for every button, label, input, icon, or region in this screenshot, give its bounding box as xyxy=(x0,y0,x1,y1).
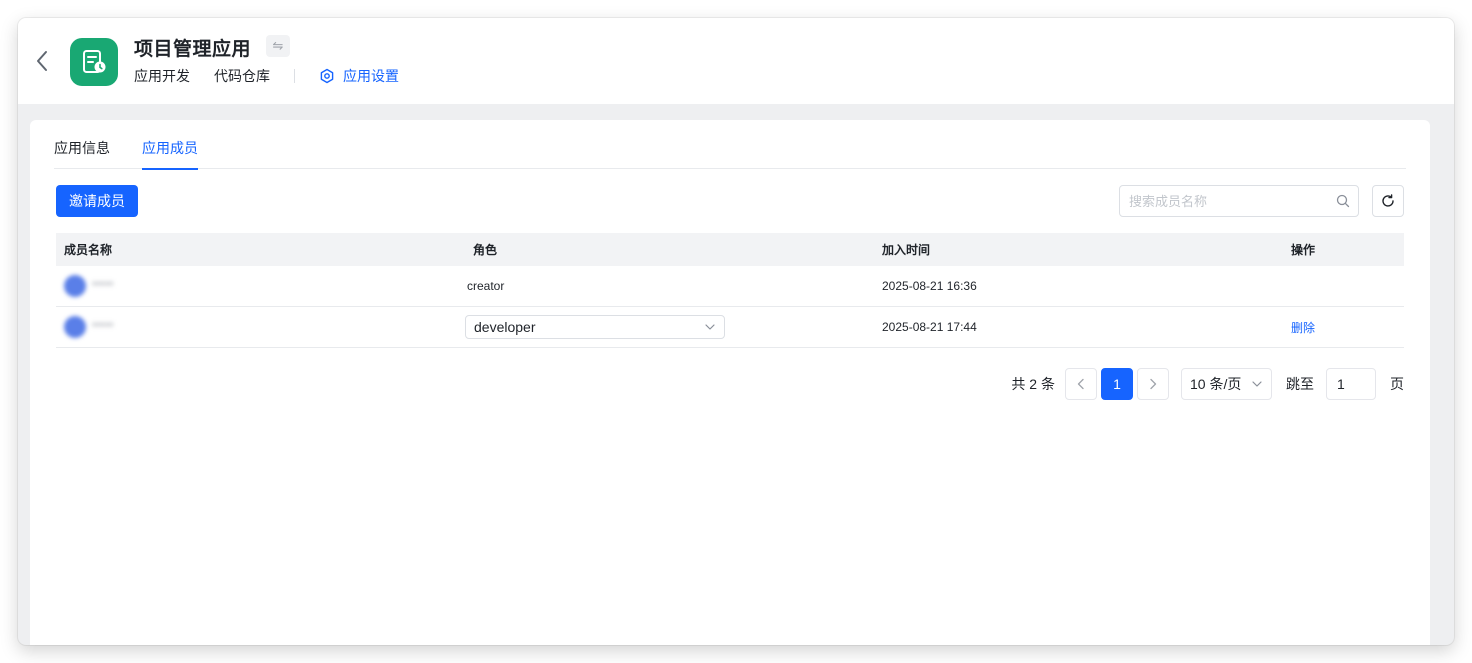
jump-label: 跳至 xyxy=(1286,376,1314,392)
column-header-name: 成员名称 xyxy=(64,243,113,257)
page-size-value: 10 条/页 xyxy=(1190,376,1242,392)
app-window: 项目管理应用 ⇋ 应用开发 代码仓库 应用设置 应用信息 应用成员 邀请成员 搜… xyxy=(18,18,1454,645)
page-suffix-label: 页 xyxy=(1390,376,1404,392)
switch-app-button[interactable]: ⇋ xyxy=(266,35,290,57)
joined-time: 2025-08-21 17:44 xyxy=(882,320,977,334)
refresh-button[interactable] xyxy=(1372,185,1404,217)
table-row: ***** creator 2025-08-21 16:36 xyxy=(56,266,1404,307)
column-header-role: 角色 xyxy=(473,243,498,257)
members-table: 成员名称 角色 加入时间 操作 ***** creator 2025-08-21… xyxy=(56,233,1404,348)
chevron-down-icon xyxy=(705,324,715,330)
actions-cell: 删除 xyxy=(1283,319,1404,336)
app-header: 项目管理应用 ⇋ 应用开发 代码仓库 应用设置 xyxy=(18,18,1454,104)
role-cell: developer xyxy=(465,315,874,339)
tab-app-members[interactable]: 应用成员 xyxy=(142,120,198,170)
nav-divider xyxy=(294,69,295,83)
nav-app-settings[interactable]: 应用设置 xyxy=(319,66,399,86)
chevron-right-icon xyxy=(1150,378,1157,390)
chevron-left-icon xyxy=(1077,378,1084,390)
member-search xyxy=(1119,185,1359,217)
app-logo xyxy=(70,38,118,86)
members-card: 应用信息 应用成员 邀请成员 成员名称 角色 加入时间 xyxy=(30,120,1430,645)
avatar xyxy=(64,316,86,338)
delete-member-link[interactable]: 删除 xyxy=(1291,321,1315,335)
nav-app-dev[interactable]: 应用开发 xyxy=(134,66,190,86)
column-header-joined: 加入时间 xyxy=(882,243,931,257)
avatar xyxy=(64,275,86,297)
column-header-actions: 操作 xyxy=(1291,243,1316,257)
tab-app-info[interactable]: 应用信息 xyxy=(54,120,110,169)
member-search-input[interactable] xyxy=(1120,186,1328,216)
chevron-down-icon xyxy=(1252,381,1262,387)
pagination-total: 共 2 条 xyxy=(1011,376,1055,392)
swap-icon: ⇋ xyxy=(272,38,284,53)
role-text: creator xyxy=(467,279,505,293)
table-header: 成员名称 角色 加入时间 操作 xyxy=(56,233,1404,266)
role-select[interactable]: developer xyxy=(465,315,725,339)
member-cell: ***** xyxy=(56,275,465,297)
prev-page-button[interactable] xyxy=(1065,368,1097,400)
document-clock-icon xyxy=(83,50,106,73)
chevron-left-icon xyxy=(37,51,47,71)
app-nav: 应用开发 代码仓库 应用设置 xyxy=(134,66,399,86)
gear-icon xyxy=(320,68,334,84)
pagination: 共 2 条 1 10 条/页 跳至 页 xyxy=(1011,368,1404,400)
member-cell: ***** xyxy=(56,316,465,338)
table-row: ***** developer 2025-08-21 17:44 删除 xyxy=(56,307,1404,348)
joined-time: 2025-08-21 16:36 xyxy=(882,279,977,293)
member-name: ***** xyxy=(92,321,114,333)
invite-member-button[interactable]: 邀请成员 xyxy=(56,185,138,217)
nav-code-repo[interactable]: 代码仓库 xyxy=(214,66,270,86)
page-button-1[interactable]: 1 xyxy=(1101,368,1133,400)
tab-bar: 应用信息 应用成员 xyxy=(54,120,1406,170)
next-page-button[interactable] xyxy=(1137,368,1169,400)
back-button[interactable] xyxy=(32,48,52,74)
role-cell: creator xyxy=(465,279,874,293)
nav-app-settings-label: 应用设置 xyxy=(343,68,399,84)
member-name: ***** xyxy=(92,280,114,292)
jump-page-input[interactable] xyxy=(1326,368,1376,400)
role-select-value: developer xyxy=(474,319,536,335)
app-title: 项目管理应用 xyxy=(134,39,252,60)
refresh-icon xyxy=(1382,194,1394,207)
search-icon[interactable] xyxy=(1328,194,1358,208)
page-size-select[interactable]: 10 条/页 xyxy=(1181,368,1272,400)
